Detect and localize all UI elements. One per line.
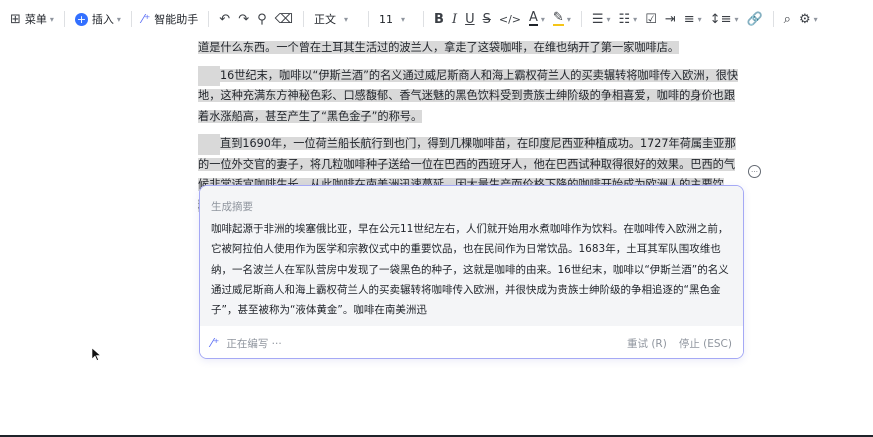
toolbar-divider (130, 11, 132, 27)
smart-assistant-button[interactable]: ⁄⁺ 智能助手 (138, 7, 202, 31)
menu-button[interactable]: ⊞ 菜单 ▾ (6, 7, 58, 31)
toolbar-divider (208, 11, 210, 27)
magic-wand-icon: ⁄⁺ (211, 336, 220, 350)
line-spacing-button[interactable]: ↕≡ ▾ (706, 7, 743, 31)
font-size-select[interactable]: 11 ▾ (375, 7, 417, 31)
indent-button[interactable]: ⇥ (661, 7, 680, 31)
undo-icon: ↶ (219, 11, 231, 27)
toolbar-divider (63, 11, 65, 27)
insert-label: 插入 (91, 13, 114, 26)
chevron-down-icon: ▾ (697, 14, 702, 24)
highlight-color-button[interactable]: ✎ ▾ (549, 7, 575, 31)
font-color-button[interactable]: A ▾ (525, 7, 549, 31)
link-icon: 🔗 (746, 11, 763, 27)
plus-circle-icon: + (74, 12, 88, 26)
chevron-down-icon: ▾ (606, 14, 611, 24)
paragraph-indent (198, 65, 220, 86)
chevron-down-icon: ▾ (116, 14, 121, 24)
comment-icon[interactable]: … (748, 165, 761, 178)
eraser-icon: ⌫ (274, 11, 294, 27)
editor-toolbar: ⊞ 菜单 ▾ + 插入 ▾ ⁄⁺ 智能助手 ↶ ↷ ⚲ ⌫ 正文 ▾ 11 ▾ … (0, 0, 873, 38)
indent-icon: ⇥ (664, 11, 676, 27)
stop-button[interactable]: 停止 (ESC) (679, 336, 732, 351)
chevron-down-icon: ▾ (49, 14, 54, 24)
paint-roller-icon: ⚲ (257, 11, 267, 27)
line-spacing-icon: ↕≡ (709, 11, 732, 27)
bullet-list-icon: ☰ (591, 11, 604, 27)
ai-summary-panel: 生成摘要 咖啡起源于非洲的埃塞俄比亚，早在公元11世纪左右，人们就开始用水煮咖啡… (199, 185, 744, 359)
chevron-down-icon: ▾ (813, 14, 818, 24)
align-button[interactable]: ≡ ▾ (680, 7, 706, 31)
toolbar-divider (772, 11, 774, 27)
redo-icon: ↷ (238, 11, 250, 27)
summary-text: 咖啡起源于非洲的埃塞俄比亚，早在公元11世纪左右，人们就开始用水煮咖啡作为饮料。… (211, 223, 729, 317)
align-left-icon: ≡ (683, 11, 695, 27)
find-replace-icon: ⌕ (783, 11, 791, 27)
chevron-down-icon: ▾ (566, 14, 571, 24)
mouse-cursor-icon (91, 346, 102, 365)
underline-button[interactable]: U (461, 7, 479, 31)
link-button[interactable]: 🔗 (742, 7, 766, 31)
text-style-value: 正文 (314, 13, 337, 26)
italic-icon: I (451, 11, 458, 27)
inline-code-button[interactable]: </> (495, 7, 525, 31)
paragraph[interactable]: 16世纪末，咖啡以“伊斯兰酒”的名义通过威尼斯商人和海上霸权荷兰人的买卖辗转将咖… (198, 65, 746, 128)
ordered-list-icon: ☷ (618, 11, 631, 27)
text-style-select[interactable]: 正文 ▾ (310, 7, 362, 31)
retry-button[interactable]: 重试 (R) (627, 336, 667, 351)
selected-text: 16世纪末，咖啡以“伊斯兰酒”的名义通过威尼斯商人和海上霸权荷兰人的买卖辗转将咖… (198, 68, 739, 123)
writing-status: 正在编写 ··· (226, 337, 282, 350)
panel-title: 生成摘要 (211, 201, 253, 213)
toolbar-divider (303, 11, 305, 27)
bullet-list-button[interactable]: ☰ ▾ (588, 7, 615, 31)
toolbar-divider (423, 11, 425, 27)
find-replace-button[interactable]: ⌕ (780, 7, 795, 31)
strikethrough-icon: S (482, 11, 491, 27)
chevron-down-icon: ▾ (401, 14, 406, 24)
chevron-down-icon: ▾ (633, 14, 638, 24)
ordered-list-button[interactable]: ☷ ▾ (615, 7, 642, 31)
chevron-down-icon: ▾ (344, 14, 349, 24)
format-painter-button[interactable]: ⚲ (253, 7, 271, 31)
magic-wand-icon: ⁄⁺ (141, 12, 151, 26)
task-list-button[interactable]: ☑ (641, 7, 661, 31)
grid-icon: ⊞ (10, 11, 21, 27)
toolbar-divider (580, 11, 582, 27)
italic-button[interactable]: I (448, 7, 461, 31)
font-color-icon: A (529, 10, 538, 26)
ai-tools-button[interactable]: ⚙ ▾ (795, 7, 822, 31)
insert-button[interactable]: + 插入 ▾ (71, 7, 125, 31)
bold-button[interactable]: B (430, 7, 448, 31)
panel-footer: ⁄⁺ 正在编写 ··· 重试 (R) 停止 (ESC) (200, 326, 743, 358)
selected-text: 道是什么东西。一个曾在土耳其生活过的波兰人，拿走了这袋咖啡，在维也纳开了第一家咖… (198, 41, 680, 54)
assistant-label: 智能助手 (154, 13, 199, 26)
toolbar-divider (368, 11, 370, 27)
chevron-down-icon: ▾ (734, 14, 739, 24)
bold-icon: B (434, 11, 444, 27)
summary-content-area: 生成摘要 咖啡起源于非洲的埃塞俄比亚，早在公元11世纪左右，人们就开始用水煮咖啡… (200, 186, 743, 326)
strikethrough-button[interactable]: S (479, 7, 495, 31)
font-size-value: 11 (379, 12, 394, 26)
menu-label: 菜单 (24, 13, 47, 26)
chevron-down-icon: ▾ (540, 14, 545, 24)
panel-actions: 重试 (R) 停止 (ESC) (627, 336, 732, 351)
paragraph[interactable]: 道是什么东西。一个曾在土耳其生活过的波兰人，拿走了这袋咖啡，在维也纳开了第一家咖… (198, 38, 746, 59)
paragraph-indent (198, 134, 220, 155)
clear-format-button[interactable]: ⌫ (271, 7, 297, 31)
redo-button[interactable]: ↷ (234, 7, 253, 31)
highlighter-icon: ✎ (552, 10, 564, 26)
robot-icon: ⚙ (798, 11, 811, 27)
checkbox-icon: ☑ (645, 11, 657, 27)
underline-icon: U (465, 11, 475, 27)
undo-button[interactable]: ↶ (215, 7, 234, 31)
code-icon: </> (498, 12, 521, 26)
